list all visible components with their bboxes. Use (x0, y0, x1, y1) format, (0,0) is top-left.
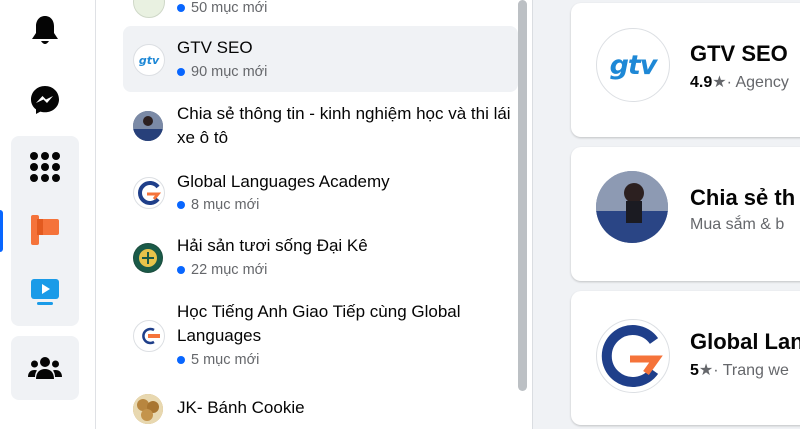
unread-dot (177, 4, 185, 12)
global-languages-logo (601, 325, 663, 387)
car-photo (596, 171, 668, 243)
pages-flag-icon (31, 215, 59, 245)
unread-dot (177, 356, 185, 364)
page-item-badge: 5 mục mới (177, 350, 259, 370)
pages-button[interactable] (11, 202, 79, 258)
car-photo-thumbnail (133, 111, 163, 141)
page-avatar (133, 320, 165, 352)
groups-icon (28, 357, 62, 379)
star-icon: ★ (698, 362, 714, 379)
card-avatar (596, 171, 668, 243)
messenger-button[interactable] (11, 72, 79, 128)
gtv-logo: gtv (138, 53, 160, 67)
page-item-title: JK- Bánh Cookie (177, 398, 305, 417)
video-button[interactable] (11, 264, 79, 320)
card-subtitle: Mua sắm & b (690, 216, 785, 233)
star-icon: ★ (712, 74, 727, 91)
notifications-button[interactable] (11, 3, 79, 59)
page-avatar (133, 111, 163, 141)
messenger-icon (31, 86, 59, 114)
grid-menu-icon (30, 152, 60, 182)
card-subtitle: 5★· Trang we (690, 362, 789, 379)
panel-divider (532, 0, 533, 429)
page-list-item[interactable]: JK- Bánh Cookie (123, 392, 518, 428)
page-avatar (133, 0, 165, 18)
page-list-item-gtv-seo[interactable]: gtv GTV SEO 90 mục mới (123, 26, 518, 92)
page-list-item[interactable]: Global Languages Academy 8 mục mới (123, 168, 518, 218)
unread-dot (177, 68, 185, 76)
page-list-item[interactable]: Học Tiếng Anh Giao Tiếp cùng Global Lang… (123, 300, 518, 374)
page-list-item[interactable]: 50 mục mới (123, 0, 518, 22)
active-indicator (0, 210, 3, 252)
card-avatar (596, 319, 670, 393)
card-subtitle: 4.9★· Agency (690, 74, 789, 91)
page-avatar (133, 177, 165, 209)
page-list-item[interactable]: Hải sản tươi sống Đại Kê 22 mục mới (123, 234, 518, 284)
unread-dot (177, 201, 185, 209)
page-card-gtv-seo[interactable]: gtv GTV SEO 4.9★· Agency (571, 3, 800, 137)
page-item-badge: 50 mục mới (177, 0, 267, 18)
card-avatar: gtv (596, 28, 670, 102)
page-avatar: gtv (133, 44, 165, 76)
page-item-title: Chia sẻ thông tin - kinh nghiệm học và t… (177, 104, 511, 147)
page-list-item[interactable]: Chia sẻ thông tin - kinh nghiệm học và t… (123, 100, 518, 156)
gtv-logo: gtv (609, 49, 658, 81)
list-scrollbar-thumb[interactable] (518, 0, 527, 391)
page-card-global-languages[interactable]: Global Lan 5★· Trang we (571, 291, 800, 425)
page-item-badge: 8 mục mới (177, 195, 259, 215)
unread-dot (177, 266, 185, 274)
rail-groups-box (11, 336, 79, 400)
page-item-title: GTV SEO (177, 38, 253, 57)
page-avatar (133, 243, 163, 273)
seafood-logo (134, 244, 162, 272)
page-item-title: Global Languages Academy (177, 172, 390, 191)
left-rail (0, 0, 96, 429)
groups-button[interactable] (11, 340, 79, 396)
card-title: GTV SEO (690, 41, 788, 66)
page-avatar (133, 394, 163, 424)
card-title: Global Lan (690, 329, 800, 354)
video-icon (31, 279, 59, 305)
card-title: Chia sẻ th (690, 185, 796, 210)
global-languages-logo (138, 181, 162, 205)
cookie-photo-thumbnail (133, 394, 163, 424)
page-item-badge: 90 mục mới (177, 62, 267, 82)
page-card-driving[interactable]: Chia sẻ th Mua sắm & b (571, 147, 800, 281)
page-item-badge: 22 mục mới (177, 260, 267, 280)
global-languages-small-logo (142, 327, 160, 345)
rail-app-group (11, 136, 79, 326)
menu-button[interactable] (11, 139, 79, 195)
bell-icon (32, 16, 58, 44)
page-item-title: Hải sản tươi sống Đại Kê (177, 236, 368, 255)
page-item-title: Học Tiếng Anh Giao Tiếp cùng Global Lang… (177, 302, 461, 345)
